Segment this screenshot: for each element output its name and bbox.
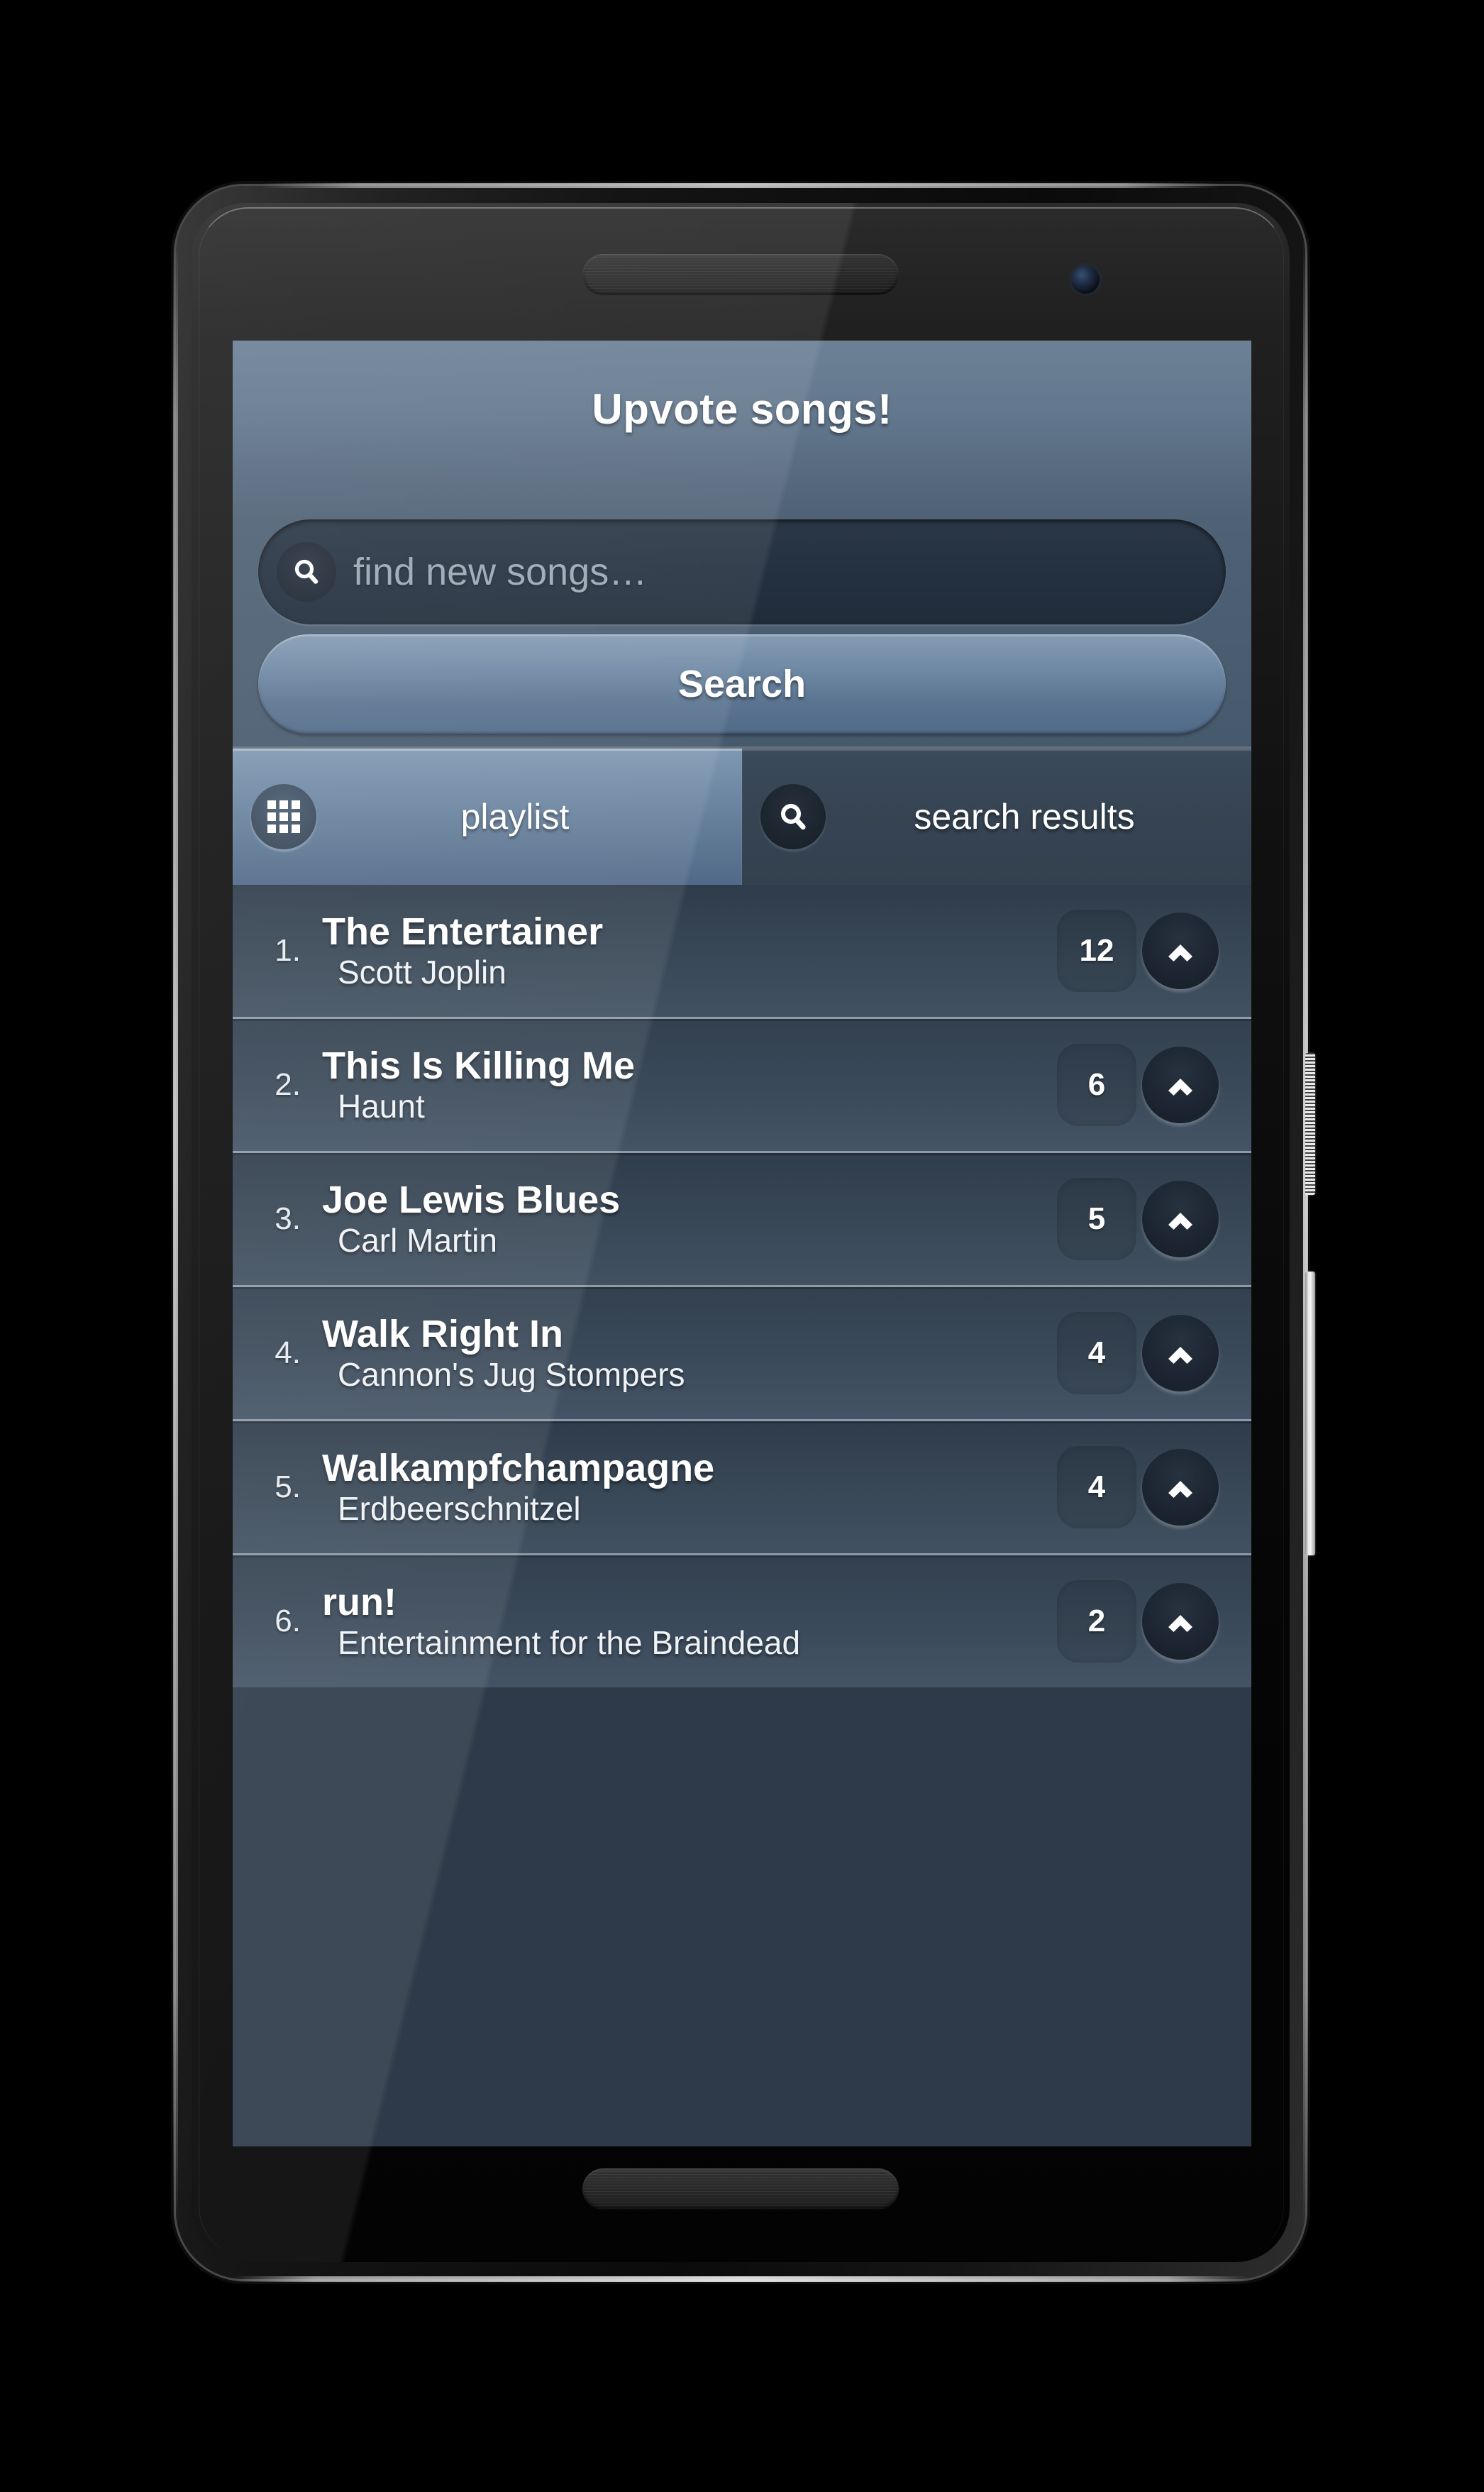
- vote-count-badge: 5: [1057, 1178, 1136, 1260]
- phone-right-rail: [1303, 236, 1308, 2229]
- upvote-button[interactable]: [1142, 1181, 1219, 1257]
- upvote-button[interactable]: [1142, 1315, 1219, 1391]
- search-button[interactable]: Search: [258, 634, 1226, 734]
- table-row[interactable]: 1. The Entertainer Scott Joplin 12: [233, 885, 1251, 1017]
- song-title: Walk Right In: [322, 1313, 563, 1355]
- vote-count-badge: 6: [1057, 1044, 1136, 1126]
- phone-top-rail: [261, 183, 1220, 188]
- song-info: Joe Lewis Blues Carl Martin: [309, 1179, 1057, 1258]
- tab-search-results-label: search results: [914, 797, 1135, 837]
- grid-icon: [251, 784, 316, 849]
- chevron-up-icon: [1168, 944, 1192, 961]
- song-info: Walkampfchampagne Erdbeerschnitzel: [309, 1448, 1057, 1526]
- song-info: run! Entertainment for the Braindead: [309, 1582, 1057, 1660]
- chevron-up-icon: [1168, 1213, 1192, 1230]
- song-artist: Cannon's Jug Stompers: [338, 1357, 685, 1392]
- front-camera-icon: [1071, 265, 1100, 294]
- upvote-button[interactable]: [1142, 1047, 1219, 1123]
- song-title: This Is Killing Me: [322, 1044, 636, 1087]
- song-rank: 6.: [275, 1604, 301, 1638]
- song-artist: Scott Joplin: [338, 955, 506, 990]
- song-artist: Erdbeerschnitzel: [338, 1492, 581, 1526]
- speaker-grille-icon-top: [582, 254, 899, 295]
- song-rank: 2.: [275, 1067, 301, 1102]
- song-info: This Is Killing Me Haunt: [309, 1044, 1057, 1124]
- song-title: Joe Lewis Blues: [322, 1179, 621, 1221]
- phone-bottom-rail: [233, 2276, 1248, 2282]
- vote-count-badge: 2: [1057, 1580, 1136, 1663]
- tab-playlist[interactable]: playlist: [233, 749, 742, 885]
- song-title: Walkampfchampagne: [322, 1447, 715, 1489]
- song-artist: Haunt: [338, 1089, 425, 1124]
- table-row[interactable]: 2. This Is Killing Me Haunt 6: [233, 1017, 1251, 1151]
- song-info: The Entertainer Scott Joplin: [309, 910, 1057, 990]
- playlist-song-list: 1. The Entertainer Scott Joplin 12 2. Th…: [233, 885, 1251, 1687]
- device-stage: Upvote songs! find new songs… Search pla…: [0, 0, 1484, 2492]
- song-artist: Entertainment for the Braindead: [338, 1626, 801, 1660]
- tab-playlist-label: playlist: [460, 797, 570, 837]
- search-input[interactable]: find new songs…: [258, 519, 1226, 624]
- song-rank: 1.: [275, 933, 301, 968]
- search-icon: [760, 784, 826, 849]
- tab-bar: playlist search results: [233, 746, 1251, 885]
- app-screen: Upvote songs! find new songs… Search pla…: [233, 341, 1251, 2146]
- song-rank: 3.: [275, 1201, 301, 1236]
- song-title: The Entertainer: [322, 910, 604, 953]
- song-rank: 4.: [275, 1335, 301, 1370]
- app-header: Upvote songs!: [233, 341, 1251, 519]
- song-rank: 5.: [275, 1470, 301, 1504]
- song-artist: Carl Martin: [338, 1223, 497, 1258]
- power-button[interactable]: [1305, 1053, 1315, 1195]
- tab-search-results[interactable]: search results: [742, 749, 1251, 885]
- upvote-button[interactable]: [1142, 1449, 1219, 1526]
- upvote-button[interactable]: [1142, 913, 1219, 989]
- chevron-up-icon: [1168, 1347, 1192, 1364]
- vote-count-badge: 4: [1057, 1446, 1136, 1528]
- table-row[interactable]: 3. Joe Lewis Blues Carl Martin 5: [233, 1151, 1251, 1285]
- chevron-up-icon: [1168, 1481, 1192, 1498]
- chevron-up-icon: [1168, 1079, 1192, 1096]
- table-row[interactable]: 6. run! Entertainment for the Braindead …: [233, 1553, 1251, 1687]
- search-section: find new songs… Search: [233, 519, 1251, 746]
- vote-count-badge: 12: [1057, 910, 1136, 992]
- phone-left-rail: [173, 236, 178, 2229]
- search-button-label: Search: [677, 663, 807, 705]
- search-input-placeholder: find new songs…: [353, 551, 648, 593]
- table-row[interactable]: 4. Walk Right In Cannon's Jug Stompers 4: [233, 1285, 1251, 1419]
- vote-count-badge: 4: [1057, 1312, 1136, 1394]
- table-row[interactable]: 5. Walkampfchampagne Erdbeerschnitzel 4: [233, 1419, 1251, 1553]
- song-title: run!: [322, 1581, 397, 1623]
- upvote-button[interactable]: [1142, 1583, 1219, 1660]
- song-info: Walk Right In Cannon's Jug Stompers: [309, 1313, 1057, 1392]
- page-title: Upvote songs!: [592, 385, 892, 433]
- chevron-up-icon: [1168, 1615, 1192, 1632]
- speaker-grille-icon-bottom: [582, 2168, 899, 2210]
- volume-rocker-button[interactable]: [1305, 1272, 1315, 1555]
- search-icon: [277, 542, 336, 602]
